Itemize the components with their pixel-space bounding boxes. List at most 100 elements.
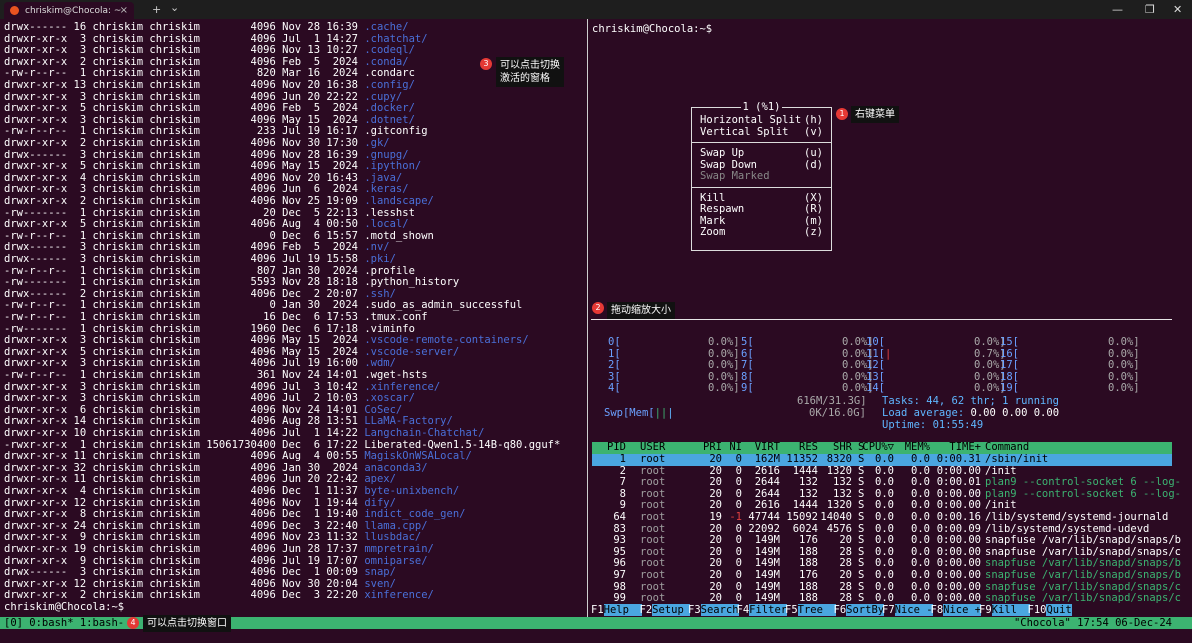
directory-name: .gnupg/: [364, 148, 409, 161]
directory-name: .chatchat/: [364, 32, 428, 45]
directory-name: .wdm/: [364, 357, 396, 370]
directory-name: .vscode-remote-containers/: [364, 334, 529, 347]
annotation-label-3: 可以点击切换 激活的窗格: [496, 57, 564, 87]
shell-prompt[interactable]: chriskim@Chocola:~$: [4, 601, 124, 614]
annotation-marker-1: 1: [836, 108, 848, 120]
directory-name: mmpretrain/: [364, 543, 434, 555]
menu-item-horizontal-split[interactable]: Horizontal Split (h): [700, 114, 823, 127]
htop-function-keys: F1Help F2Setup F3Search F4Filter F5Tree F6…: [588, 604, 1192, 616]
tab-dropdown-icon[interactable]: ⌄: [170, 1, 179, 14]
fkey-f6[interactable]: F6SortBy: [834, 604, 885, 616]
cpu-value: 0.0%]: [1108, 336, 1140, 348]
terminal-tab[interactable]: chriskim@Chocola: ~ ×: [4, 2, 134, 19]
title-bar: chriskim@Chocola: ~ × + ⌄ — ❐ ✕: [0, 0, 1192, 19]
fkey-f4[interactable]: F4Filter: [737, 604, 788, 616]
directory-name: .nv/: [364, 241, 390, 254]
annotation-label-1: 右键菜单: [851, 106, 899, 123]
directory-name: .docker/: [364, 102, 415, 115]
horizontal-pane-divider[interactable]: [591, 319, 1172, 320]
annotation-marker-2: 2: [592, 302, 604, 314]
process-table-header[interactable]: PID USER PRI NI VIRT RES SHR S CPU%▽ MEM% TIME+ Com…: [592, 441, 1172, 454]
directory-name: .gk/: [364, 137, 390, 149]
directory-name: .codeql/: [364, 44, 415, 57]
directory-name: Langchain-Chatchat/: [364, 427, 485, 439]
file-name: .python_history: [364, 276, 460, 289]
directory-name: .dotnet/: [364, 113, 415, 126]
cpu-meter: 19[: [1000, 382, 1019, 395]
directory-name: omniparse/: [364, 554, 428, 567]
directory-name: .xinference/: [364, 380, 441, 393]
directory-name: .java/: [364, 171, 403, 184]
directory-name: xinference/: [364, 589, 434, 602]
annotation-label-2: 拖动缩放大小: [607, 302, 675, 319]
close-button[interactable]: ✕: [1173, 3, 1182, 16]
directory-name: .cache/: [364, 21, 409, 33]
directory-name: llusbdac/: [364, 531, 422, 544]
cpu-value: 0.0%]: [708, 382, 740, 395]
file-name: .viminfo: [364, 322, 415, 335]
file-name: .profile: [364, 264, 415, 277]
minimize-button[interactable]: —: [1112, 3, 1123, 16]
directory-name: .config/: [364, 79, 415, 91]
fkey-f3[interactable]: F3Search: [688, 604, 739, 616]
file-name: .sudo_as_admin_successful: [364, 299, 523, 312]
directory-name: .vscode-server/: [364, 345, 460, 358]
cpu-meter: 9[: [741, 382, 754, 395]
fkey-f1[interactable]: F1Help: [591, 604, 642, 616]
tab-close-icon[interactable]: ×: [120, 5, 128, 16]
directory-name: apex/: [364, 473, 396, 486]
file-name: .wget-hsts: [364, 369, 428, 381]
file-name: .condarc: [364, 67, 415, 80]
file-name: .tmux.conf: [364, 311, 428, 323]
fkey-f2[interactable]: F2Setup: [640, 604, 691, 616]
fkey-f7[interactable]: F7Nice -: [882, 604, 933, 616]
left-pane[interactable]: drwx------ 16 chriskim chriskim 4096 Nov…: [0, 19, 586, 617]
maximize-button[interactable]: ❐: [1145, 3, 1155, 16]
fkey-f8[interactable]: F8Nice +: [931, 604, 982, 616]
directory-name: .landscape/: [364, 195, 434, 207]
directory-name: MagiskOnWSALocal/: [364, 450, 472, 463]
directory-name: byte-unixbench/: [364, 485, 460, 497]
ubuntu-logo-icon: [10, 6, 19, 15]
uptime: Uptime: 01:55:49: [882, 419, 984, 431]
cpu-value: 0.0%]: [708, 336, 740, 348]
file-name: .motd_shown: [364, 229, 434, 242]
swap-label: Swp[: [604, 407, 630, 419]
fkey-f9[interactable]: F9Kill: [979, 604, 1030, 616]
fkey-f10[interactable]: F10Quit: [1028, 604, 1072, 616]
annotation-marker-4: 4: [127, 617, 139, 629]
annotation-label-4: 可以点击切换窗口: [143, 615, 231, 632]
mem-value: 616M/31.3G]: [797, 395, 867, 407]
file-name: Liberated-Qwen1.5-14B-q80.gguf*: [364, 438, 561, 451]
directory-name: LLaMA-Factory/: [364, 415, 453, 428]
directory-name: .conda/: [364, 55, 409, 68]
menu-item-swap-up[interactable]: Swap Up (u): [700, 147, 823, 160]
directory-name: .keras/: [364, 183, 409, 196]
menu-item-zoom[interactable]: Zoom (z): [700, 226, 823, 239]
menu-item-vertical-split[interactable]: Vertical Split (v): [700, 126, 823, 139]
directory-name: llama.cpp/: [364, 519, 428, 532]
directory-name: snap/: [364, 566, 396, 579]
file-name: .gitconfig: [364, 125, 428, 138]
directory-name: dify/: [364, 496, 396, 509]
file-name: .lesshst: [364, 206, 415, 219]
menu-separator: [692, 186, 831, 188]
directory-name: sven/: [364, 577, 396, 590]
directory-name: CoSec/: [364, 403, 403, 416]
directory-name: .ssh/: [364, 287, 396, 300]
window-list[interactable]: [0] 0:bash* 1:bash-: [4, 617, 124, 629]
status-host-time: "Chocola" 17:54 06-Dec-24: [1013, 617, 1172, 629]
cpu-meter: 4[: [608, 382, 621, 395]
shell-prompt-right[interactable]: chriskim@Chocola:~$: [592, 23, 712, 35]
fkey-f5[interactable]: F5Tree: [785, 604, 836, 616]
cpu-meter: 14[: [866, 382, 885, 395]
mem-label: Mem[: [629, 407, 655, 419]
menu-item-respawn[interactable]: Respawn (R): [700, 203, 823, 216]
menu-separator: [692, 142, 831, 143]
context-menu: 1 (%1) Horizontal Split (h) Vertical Split…: [691, 101, 832, 251]
cpu-value: 0.0%]: [1108, 382, 1140, 395]
directory-name: anaconda3/: [364, 461, 428, 474]
menu-item-swap-marked[interactable]: Swap Marked: [700, 170, 823, 183]
new-tab-button[interactable]: +: [152, 3, 161, 16]
directory-name: .xoscar/: [364, 392, 415, 405]
